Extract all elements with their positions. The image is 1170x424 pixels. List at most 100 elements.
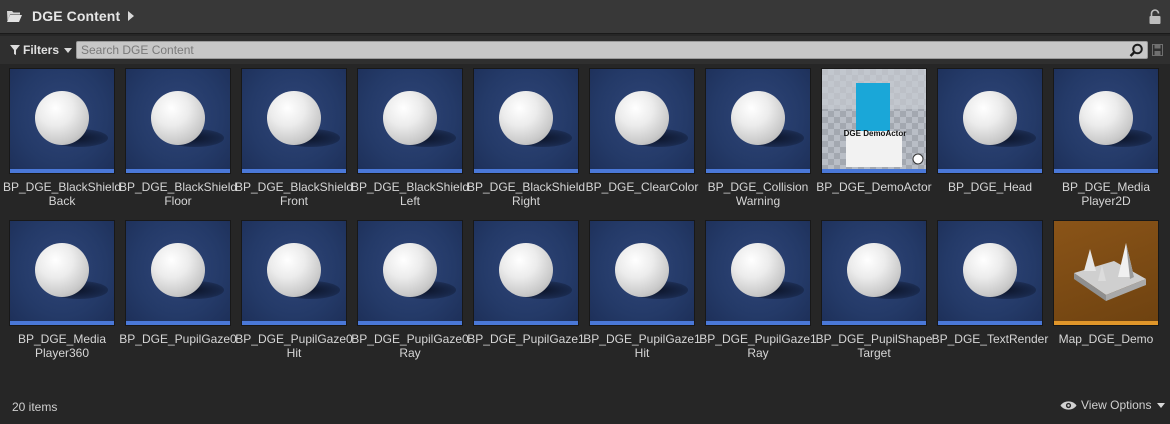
asset-tile[interactable]: DGE DemoActor BP_DGE_DemoActor — [812, 66, 932, 214]
asset-tile[interactable]: BP_DGE_PupilGaze1 Ray — [696, 218, 817, 366]
level-map-icon — [1074, 243, 1146, 301]
asset-name-label: BP_DGE_BlackShield Back — [2, 180, 122, 208]
blueprint-sphere-thumbnail — [473, 220, 579, 326]
sphere-icon — [615, 243, 669, 297]
asset-tile[interactable]: BP_DGE_PupilGaze1 Hit — [580, 218, 701, 366]
asset-tile[interactable]: BP_DGE_TextRender — [928, 218, 1048, 366]
asset-tile[interactable]: BP_DGE_PupilGaze0 Ray — [348, 218, 469, 366]
sphere-icon — [35, 243, 89, 297]
folder-open-icon — [7, 11, 22, 22]
blueprint-sphere-thumbnail — [589, 68, 695, 174]
lock-icon[interactable] — [1148, 9, 1162, 25]
asset-tile[interactable]: BP_DGE_BlackShield Front — [232, 66, 353, 214]
filters-button[interactable]: Filters — [6, 40, 76, 60]
eye-icon — [1060, 400, 1077, 410]
map-level-thumbnail — [1053, 220, 1159, 326]
asset-name-label: BP_DGE_PupilGaze1 — [467, 332, 585, 346]
blueprint-sphere-thumbnail — [241, 220, 347, 326]
asset-name-label: BP_DGE_BlackShield Floor — [118, 180, 238, 208]
search-input[interactable] — [81, 42, 1121, 58]
sphere-icon — [151, 91, 205, 145]
asset-tile[interactable]: BP_DGE_Head — [928, 66, 1044, 214]
item-count: 20 items — [12, 400, 58, 414]
blueprint-sphere-thumbnail — [589, 220, 695, 326]
sphere-icon — [267, 91, 321, 145]
sphere-icon — [615, 91, 669, 145]
asset-name-label: BP_DGE_Collision Warning — [707, 180, 809, 208]
sphere-icon — [151, 243, 205, 297]
asset-type-color-bar — [358, 321, 462, 325]
title-bar: DGE Content — [0, 0, 1170, 34]
asset-type-color-bar — [590, 321, 694, 325]
sphere-icon — [499, 91, 553, 145]
asset-type-color-bar — [706, 169, 810, 173]
asset-name-label: BP_DGE_PupilGaze1 Ray — [699, 332, 817, 360]
save-search-icon[interactable] — [1152, 44, 1163, 56]
asset-tile[interactable]: BP_DGE_Media Player2D — [1044, 66, 1160, 214]
chevron-down-icon — [1157, 402, 1166, 408]
asset-tile[interactable]: BP_DGE_PupilShape Target — [812, 218, 932, 366]
sphere-icon — [1079, 91, 1133, 145]
sphere-icon — [383, 91, 437, 145]
sphere-icon — [267, 243, 321, 297]
asset-tile[interactable]: BP_DGE_Collision Warning — [696, 66, 812, 214]
chevron-down-icon — [64, 47, 73, 53]
asset-type-color-bar — [242, 321, 346, 325]
asset-name-label: BP_DGE_PupilGaze0 Ray — [351, 332, 469, 360]
asset-type-color-bar — [242, 169, 346, 173]
blueprint-sphere-thumbnail — [937, 220, 1043, 326]
sphere-icon — [499, 243, 553, 297]
asset-type-color-bar — [938, 321, 1042, 325]
asset-tile[interactable]: BP_DGE_PupilGaze0 — [116, 218, 237, 366]
blueprint-sphere-thumbnail — [357, 68, 463, 174]
asset-type-color-bar — [822, 321, 926, 325]
sphere-icon — [731, 91, 785, 145]
asset-tile[interactable]: Map_DGE_Demo — [1044, 218, 1160, 366]
blueprint-sphere-thumbnail — [357, 220, 463, 326]
asset-type-color-bar — [10, 321, 114, 325]
asset-name-label: BP_DGE_Media Player360 — [17, 332, 107, 360]
view-options-button[interactable]: View Options — [1060, 398, 1166, 412]
asset-tile[interactable]: BP_DGE_BlackShield Back — [0, 66, 121, 214]
asset-type-color-bar — [126, 321, 230, 325]
demo-actor-preview-thumbnail: DGE DemoActor — [821, 68, 927, 174]
path-expand-arrow-icon[interactable] — [128, 11, 134, 21]
sphere-icon — [963, 243, 1017, 297]
blueprint-sphere-thumbnail — [821, 220, 927, 326]
blueprint-sphere-thumbnail — [125, 68, 231, 174]
asset-type-color-bar — [474, 321, 578, 325]
asset-tile[interactable]: BP_DGE_BlackShield Floor — [116, 66, 237, 214]
blueprint-sphere-thumbnail — [9, 68, 115, 174]
view-options-label: View Options — [1081, 398, 1152, 412]
blueprint-sphere-thumbnail — [9, 220, 115, 326]
asset-tile[interactable]: BP_DGE_ClearColor — [580, 66, 698, 214]
blueprint-sphere-thumbnail — [125, 220, 231, 326]
asset-tile[interactable]: BP_DGE_PupilGaze1 — [464, 218, 585, 366]
demo-actor-preview-icon — [822, 69, 926, 173]
asset-name-label: BP_DGE_Media Player2D — [1061, 180, 1151, 208]
asset-tile[interactable]: BP_DGE_Media Player360 — [0, 218, 116, 366]
asset-name-label: BP_DGE_TextRender — [931, 332, 1049, 346]
blueprint-sphere-thumbnail — [705, 220, 811, 326]
asset-type-color-bar — [822, 169, 926, 173]
asset-tile[interactable]: BP_DGE_BlackShield Left — [348, 66, 469, 214]
asset-name-label: BP_DGE_PupilGaze0 Hit — [235, 332, 353, 360]
asset-type-color-bar — [1054, 321, 1158, 325]
sphere-icon — [847, 243, 901, 297]
asset-name-label: BP_DGE_BlackShield Left — [350, 180, 470, 208]
asset-type-color-bar — [358, 169, 462, 173]
blueprint-sphere-thumbnail — [1053, 68, 1159, 174]
search-box[interactable] — [76, 41, 1148, 59]
asset-type-color-bar — [126, 169, 230, 173]
asset-tile[interactable]: BP_DGE_BlackShield Right — [464, 66, 585, 214]
blueprint-sphere-thumbnail — [705, 68, 811, 174]
asset-type-color-bar — [706, 321, 810, 325]
asset-type-color-bar — [10, 169, 114, 173]
search-icon[interactable] — [1129, 43, 1144, 58]
asset-name-label: BP_DGE_Head — [947, 180, 1033, 194]
asset-tile[interactable]: BP_DGE_PupilGaze0 Hit — [232, 218, 353, 366]
asset-name-label: BP_DGE_BlackShield Right — [466, 180, 586, 208]
asset-grid: BP_DGE_BlackShield Back BP_DGE_BlackShiel… — [0, 66, 1170, 386]
filter-funnel-icon — [10, 45, 20, 55]
asset-name-label: BP_DGE_PupilGaze1 Hit — [583, 332, 701, 360]
